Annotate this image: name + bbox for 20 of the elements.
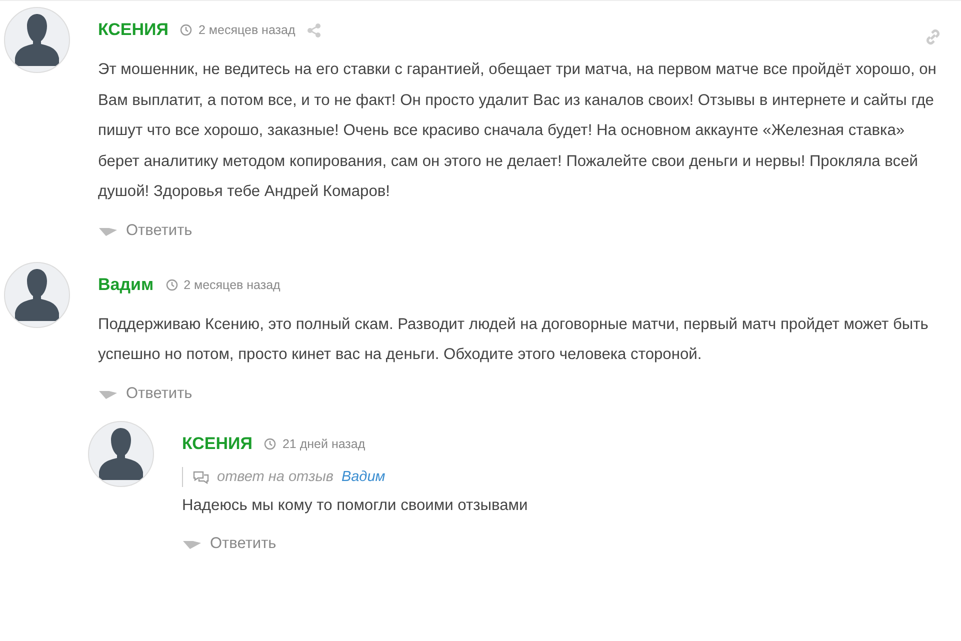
clock-icon: [180, 24, 192, 36]
reply-link[interactable]: Ответить: [98, 222, 192, 240]
comment-author: КСЕНИЯ: [182, 434, 252, 454]
speech-bubbles-icon: [193, 470, 209, 484]
reply-link[interactable]: Ответить: [182, 535, 276, 553]
reply-to-link[interactable]: Вадим: [341, 468, 386, 484]
clock-icon: [264, 438, 276, 450]
comment-author: КСЕНИЯ: [98, 20, 168, 40]
comment-author: Вадим: [98, 274, 154, 294]
reply-link[interactable]: Ответить: [98, 384, 192, 402]
reply-to-label: ответ на отзыв: [217, 468, 334, 484]
comment-text: Эт мошенник, не ведитесь на его ставки с гарантией, обещает три матча, на первом матче все пройдёт хорошо, он Вам выплатит, а потом все, и то не факт! Он просто удалит Вас из каналов своих! Отзывы в интернете и сайты где пишут что все хорошо, заказные! Очень все красиво сначала будет! На основном аккаунте «Железная ставка» берет аналитику методом копирования, сам он этого не делает! Пожалейте свои деньги и нервы! Прокляла всей душой! Здоровья тебе Андрей Комаров!: [98, 60, 938, 202]
comment-text: Надеюсь мы кому то помогли своими отзывами: [182, 496, 529, 516]
comment-time: 21 дней назад: [282, 436, 366, 450]
comment-time: 2 месяцев назад: [198, 23, 296, 37]
share-icon[interactable]: [307, 22, 322, 38]
comment-text: Поддерживаю Ксению, это полный скам. Разводит людей на договорные матчи, первый матч пройдет может быть успешно но потом, просто кинет вас на деньги. Обходите этого человека стороной.: [98, 314, 930, 365]
clock-icon: [166, 278, 178, 290]
link-icon[interactable]: [925, 29, 941, 45]
comment-time: 2 месяцев назад: [184, 278, 280, 292]
